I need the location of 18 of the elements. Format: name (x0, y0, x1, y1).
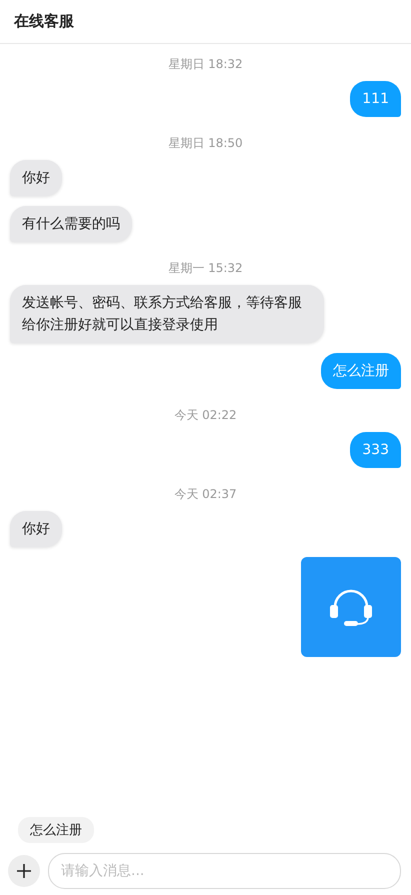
received-message: 有什么需要的吗 (10, 206, 132, 242)
timestamp: 星期一 15:32 (168, 260, 243, 277)
received-message: 发送帐号、密码、联系方式给客服，等待客服给你注册好就可以直接登录使用 (10, 285, 324, 343)
quick-reply-chip[interactable]: 怎么注册 (18, 817, 94, 843)
plus-icon (16, 863, 32, 879)
page-title: 在线客服 (14, 12, 74, 31)
timestamp: 今天 02:22 (174, 407, 237, 424)
image-message[interactable] (301, 557, 401, 657)
sent-message: 怎么注册 (321, 353, 401, 389)
received-message: 你好 (10, 160, 62, 196)
received-message: 你好 (10, 511, 62, 547)
message-input[interactable]: 请输入消息... (48, 853, 401, 889)
sent-message: 333 (350, 432, 401, 468)
timestamp: 今天 02:37 (174, 486, 237, 503)
timestamp: 星期日 18:32 (168, 56, 243, 73)
sent-message: 111 (350, 81, 401, 117)
add-button[interactable] (8, 855, 40, 887)
timestamp: 星期日 18:50 (168, 135, 243, 152)
